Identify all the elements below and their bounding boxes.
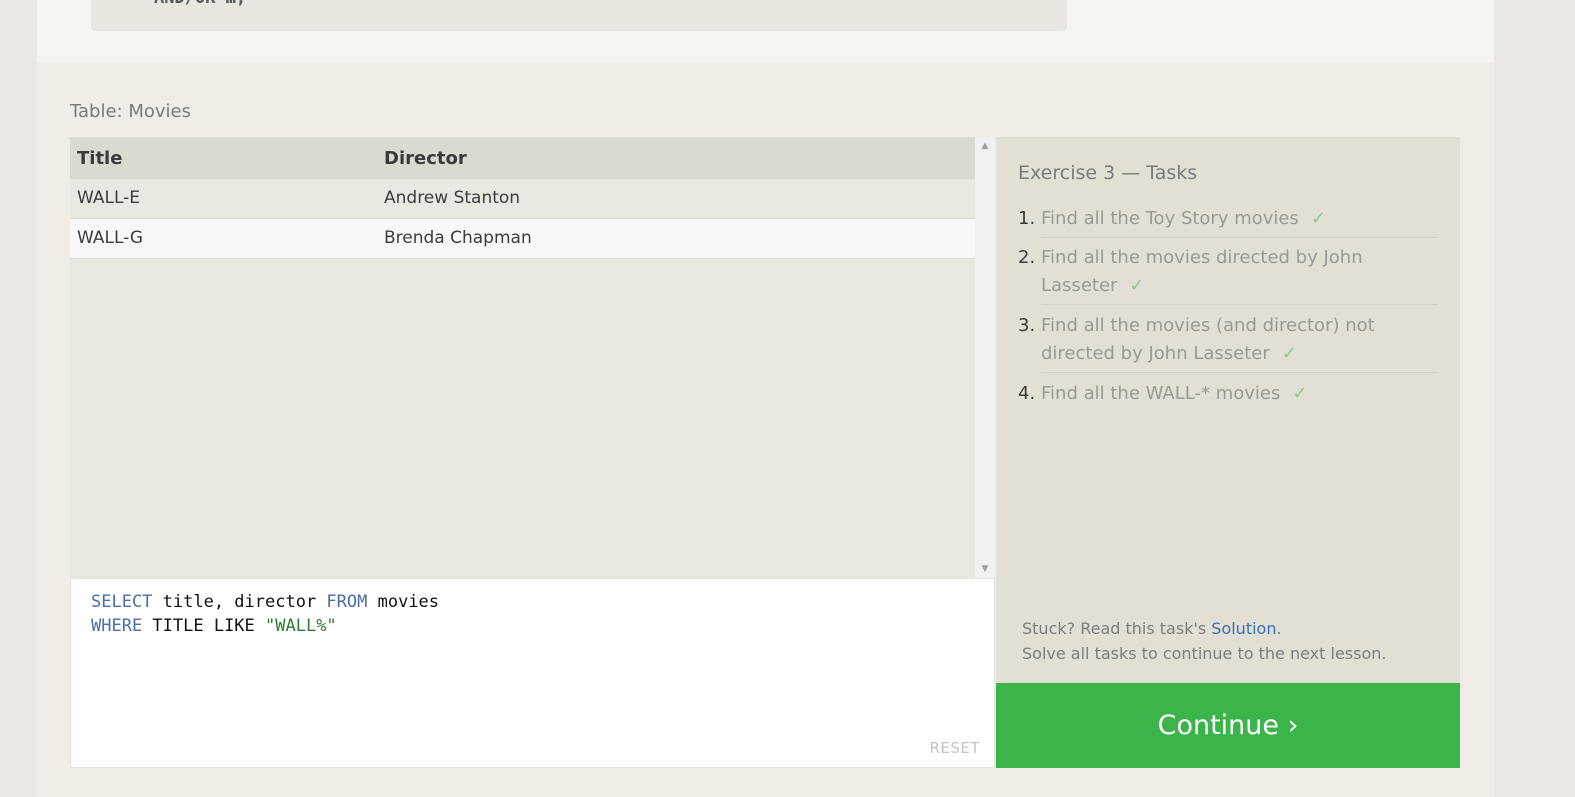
tasks-title: Exercise 3 — Tasks [1018,162,1198,184]
task-item: 4. Find all the WALL-* movies ✓ [1018,380,1438,412]
task-divider [1041,237,1438,238]
sql-text: TITLE LIKE [142,616,266,636]
tasks-panel: Exercise 3 — Tasks 1. Find all the Toy S… [996,137,1460,683]
help-text: Stuck? Read this task's Solution. Solve … [1022,616,1386,666]
task-text: Find all the WALL-* movies [1041,383,1281,404]
column-header-title: Title [77,148,123,169]
task-number: 4. [1018,383,1036,404]
column-header-director: Director [384,148,467,169]
sql-keyword: WHERE [91,616,143,636]
table-label: Table: Movies [70,101,191,122]
task-text-wrap: Find all the movies directed by John Las… [1041,244,1439,300]
task-divider [1041,304,1438,305]
scroll-up-arrow-icon[interactable]: ▲ [975,141,995,151]
checkmark-icon: ✓ [1292,383,1308,404]
sql-text: movies [367,592,440,612]
table-header: Title Director [70,137,975,179]
stuck-prefix: Stuck? Read this task's [1022,619,1212,638]
syntax-example-text: AND/OR …; [154,0,246,8]
cell-title: WALL-E [77,188,141,208]
task-text: Find all the Toy Story movies [1041,208,1299,229]
task-text-wrap: Find all the WALL-* movies ✓ [1041,380,1439,408]
cell-title: WALL-G [77,228,144,248]
sql-string: "WALL%" [265,616,337,636]
lesson-page: AND/OR …; Table: Movies Title Director W… [37,0,1494,797]
task-divider [1041,372,1438,373]
task-text: Find all the movies directed by John Las… [1041,247,1363,296]
query-results-table: Title Director WALL-E Andrew Stanton WAL… [70,137,975,578]
task-text-wrap: Find all the movies (and director) not d… [1041,312,1439,368]
task-number: 3. [1018,315,1036,336]
sql-keyword: FROM [326,592,368,612]
stuck-suffix: . [1276,619,1282,638]
solution-link[interactable]: Solution [1211,619,1276,638]
query-line-1[interactable]: SELECT title, director FROM movies [91,592,439,612]
continue-button[interactable]: Continue › [996,683,1460,768]
lesson-content-band: AND/OR …; [37,0,1494,62]
sql-query-editor[interactable]: SELECT title, director FROM movies WHERE… [70,578,995,768]
sql-keyword: SELECT [91,592,153,612]
checkmark-icon: ✓ [1310,208,1326,229]
solve-all-text: Solve all tasks to continue to the next … [1022,644,1387,663]
table-row: WALL-G Brenda Chapman [70,219,975,259]
task-item: 3. Find all the movies (and director) no… [1018,312,1438,372]
cell-director: Andrew Stanton [384,188,521,208]
task-text: Find all the movies (and director) not d… [1041,315,1375,364]
task-text-wrap: Find all the Toy Story movies ✓ [1041,205,1439,233]
task-number: 2. [1018,247,1036,268]
cell-director: Brenda Chapman [384,228,532,248]
checkmark-icon: ✓ [1281,343,1297,364]
task-number: 1. [1018,208,1036,229]
query-line-2[interactable]: WHERE TITLE LIKE "WALL%" [91,616,337,636]
checkmark-icon: ✓ [1129,275,1145,296]
table-row: WALL-E Andrew Stanton [70,179,975,219]
task-item: 1. Find all the Toy Story movies ✓ [1018,205,1438,237]
syntax-example-block: AND/OR …; [91,0,1067,31]
task-item: 2. Find all the movies directed by John … [1018,244,1438,304]
scroll-down-arrow-icon[interactable]: ▼ [975,564,995,574]
results-scrollbar[interactable]: ▲ ▼ [975,137,995,578]
sql-text: title, director [152,592,327,612]
reset-button[interactable]: RESET [929,739,980,757]
